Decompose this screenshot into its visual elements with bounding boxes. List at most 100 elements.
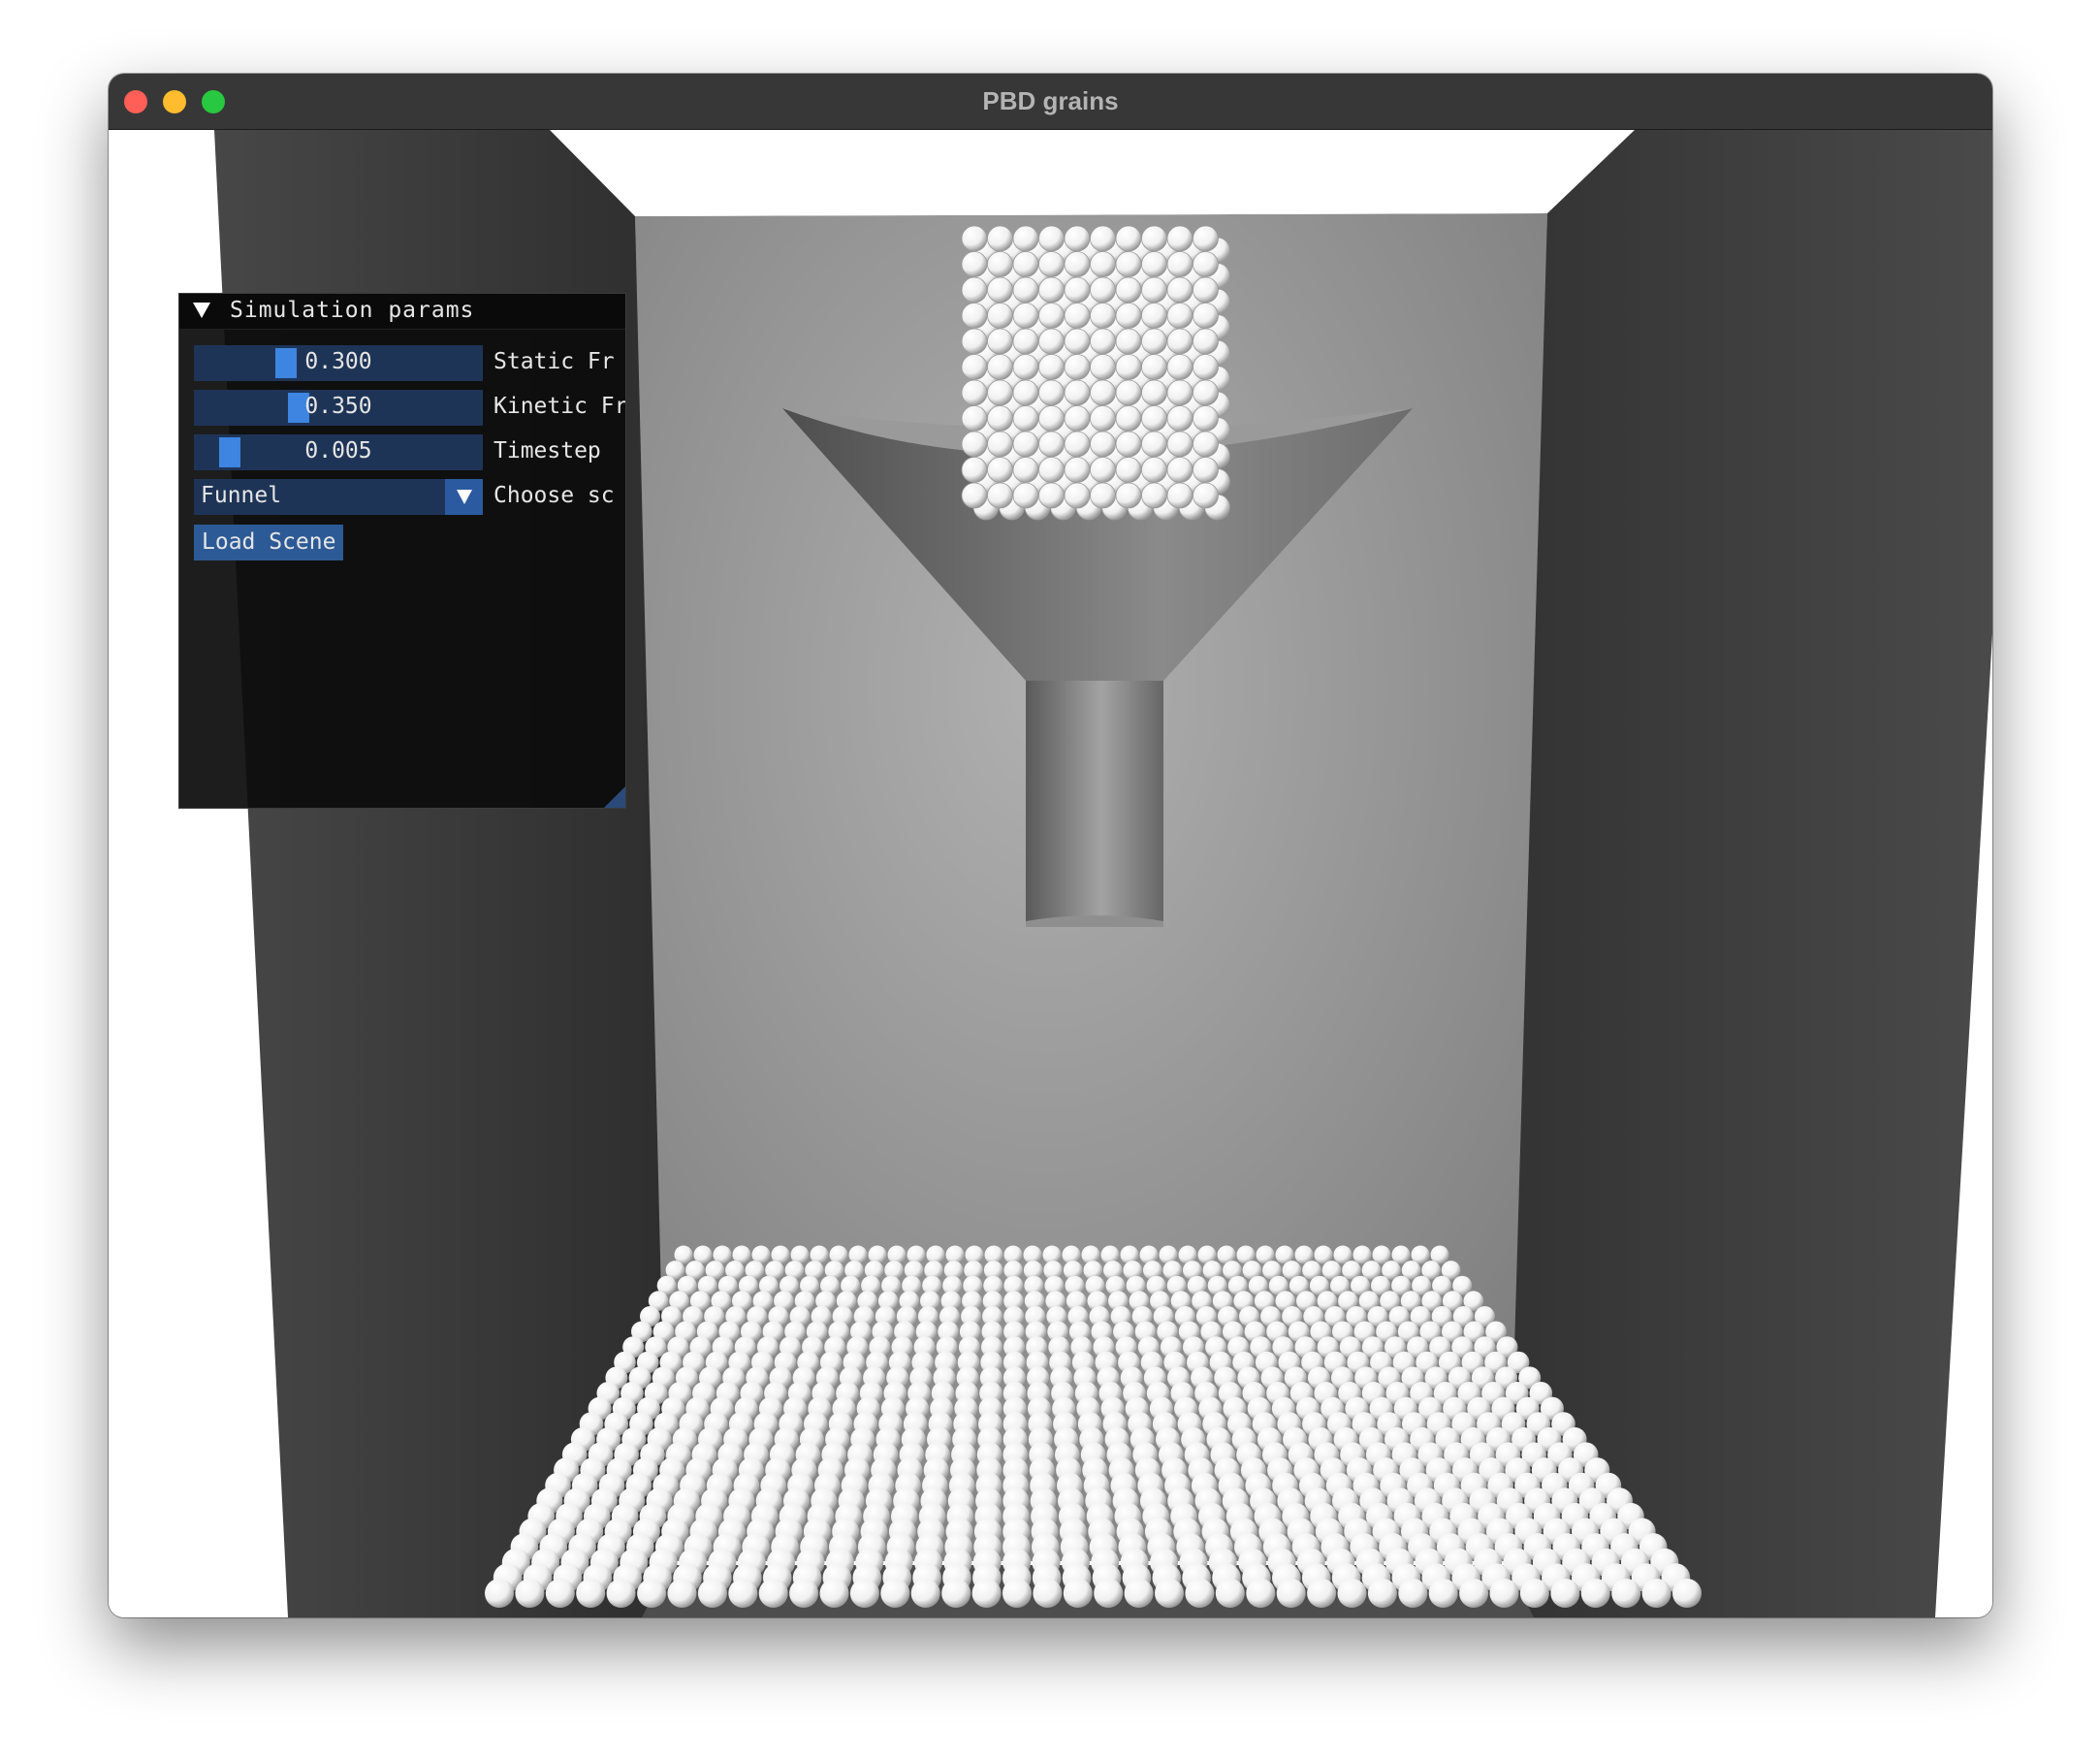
- grain: [1141, 251, 1167, 277]
- scene-select-label: Choose sc: [493, 483, 615, 508]
- panel-header[interactable]: Simulation params: [179, 294, 625, 330]
- grain: [1166, 276, 1193, 304]
- grain: [961, 482, 988, 509]
- timestep-label: Timestep: [493, 438, 601, 464]
- grain: [868, 1245, 887, 1264]
- grain: [1012, 328, 1039, 355]
- grain: [961, 328, 988, 355]
- grain: [1064, 251, 1091, 277]
- grain: [987, 303, 1013, 329]
- grain: [987, 225, 1013, 252]
- grain: [1367, 1579, 1397, 1608]
- grain: [1193, 225, 1219, 252]
- grain: [1193, 328, 1219, 355]
- grain: [961, 303, 988, 329]
- grain: [1166, 431, 1193, 458]
- app-window: PBD grains Simulation params 0.300 Stati…: [109, 74, 1992, 1617]
- kinetic-friction-value: 0.350: [304, 394, 372, 419]
- chevron-down-icon[interactable]: [445, 479, 483, 515]
- grain: [1611, 1579, 1641, 1608]
- grain: [1064, 457, 1091, 483]
- grain: [1580, 1579, 1610, 1608]
- grain: [987, 276, 1013, 304]
- simulation-params-panel: Simulation params 0.300 Static Fr 0.350 …: [178, 293, 626, 809]
- grain: [1141, 328, 1167, 355]
- panel-title: Simulation params: [230, 298, 475, 323]
- grain: [1141, 303, 1167, 329]
- grain: [1038, 303, 1065, 329]
- grain: [637, 1579, 667, 1608]
- grain: [1090, 225, 1116, 252]
- grain: [1012, 405, 1039, 432]
- grain: [1038, 328, 1065, 355]
- grain: [1141, 225, 1167, 252]
- grain: [1115, 431, 1142, 458]
- grain: [987, 251, 1013, 277]
- grain: [1307, 1579, 1337, 1608]
- grain: [1064, 328, 1091, 355]
- grain: [1141, 379, 1167, 406]
- grain: [1033, 1579, 1063, 1608]
- grain: [1012, 303, 1039, 329]
- kinetic-friction-slider[interactable]: 0.350: [194, 390, 483, 426]
- grain: [1090, 405, 1116, 432]
- grain: [728, 1579, 758, 1608]
- grain: [1459, 1579, 1489, 1608]
- grain: [1115, 303, 1142, 329]
- grain: [1094, 1579, 1124, 1608]
- grain: [485, 1579, 514, 1608]
- grain: [1141, 276, 1167, 304]
- grain: [1641, 1579, 1671, 1608]
- grain: [1193, 457, 1219, 483]
- grain: [1038, 276, 1065, 304]
- grain: [1391, 1245, 1411, 1264]
- load-scene-button[interactable]: Load Scene: [194, 525, 344, 560]
- grain: [1166, 354, 1193, 380]
- grain: [987, 328, 1013, 355]
- grain: [1012, 225, 1039, 252]
- grain: [1193, 431, 1219, 458]
- static-friction-label: Static Fr: [493, 349, 615, 374]
- grain: [1064, 303, 1091, 329]
- grain: [1193, 354, 1219, 380]
- grain: [1193, 303, 1219, 329]
- grain: [1115, 482, 1142, 509]
- grain: [1090, 354, 1116, 380]
- grain: [819, 1579, 849, 1608]
- grain: [1038, 354, 1065, 380]
- grain: [1193, 405, 1219, 432]
- scene-select-value: Funnel: [201, 483, 282, 508]
- grain: [1550, 1579, 1580, 1608]
- timestep-value: 0.005: [304, 438, 372, 464]
- resize-grip-icon[interactable]: [604, 786, 625, 808]
- grain: [697, 1579, 727, 1608]
- grain: [971, 1579, 1002, 1608]
- grain: [961, 405, 988, 432]
- funnel-pipe: [1026, 681, 1163, 921]
- grain: [1038, 379, 1065, 406]
- collapse-arrow-icon[interactable]: [193, 303, 210, 318]
- grain: [1090, 328, 1116, 355]
- grain: [1064, 354, 1091, 380]
- grain: [1193, 276, 1219, 304]
- grain: [789, 1579, 819, 1608]
- simulation-viewport[interactable]: Simulation params 0.300 Static Fr 0.350 …: [109, 130, 1992, 1617]
- grain: [961, 251, 988, 277]
- grain: [849, 1579, 879, 1608]
- grain: [1166, 303, 1193, 329]
- grain: [606, 1579, 636, 1608]
- grain: [1064, 405, 1091, 432]
- grain: [1038, 251, 1065, 277]
- grain: [1090, 303, 1116, 329]
- grain: [1115, 379, 1142, 406]
- grain: [1115, 405, 1142, 432]
- grain: [1337, 1579, 1367, 1608]
- grain: [1166, 457, 1193, 483]
- timestep-slider[interactable]: 0.005: [194, 434, 483, 470]
- grain: [1193, 251, 1219, 277]
- static-friction-slider[interactable]: 0.300: [194, 345, 483, 381]
- grain: [1276, 1579, 1306, 1608]
- grain: [987, 354, 1013, 380]
- grain-block-layer: [961, 225, 1230, 521]
- scene-select[interactable]: Funnel: [194, 479, 483, 515]
